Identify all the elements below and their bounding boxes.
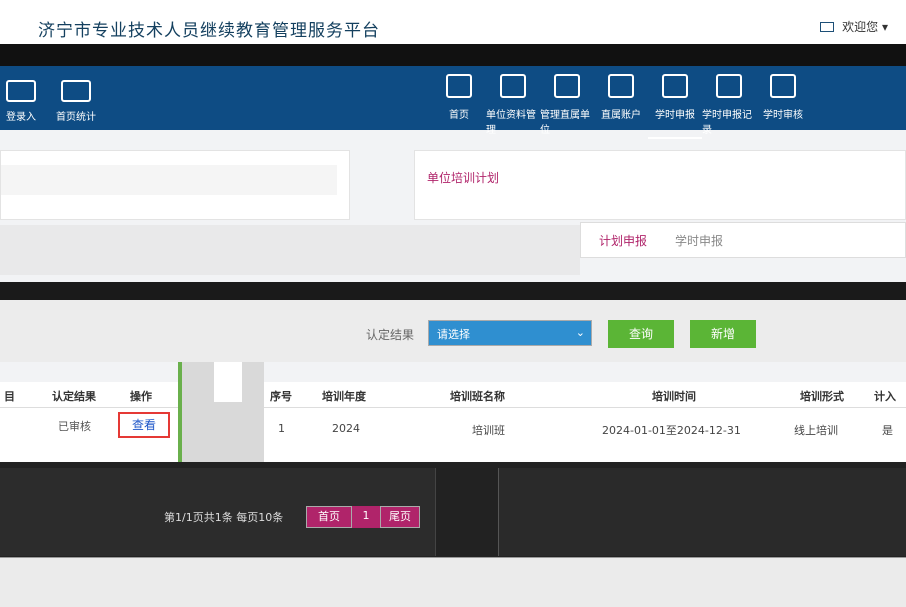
table-header: 目 认定结果 操作 [0,382,178,408]
column-header: 认定结果 [52,390,96,403]
pager-right-panel [498,468,906,556]
tab-plan-report[interactable]: 计划申报 [599,232,647,249]
nav-item-direct-accounts[interactable]: 直属账户 [594,74,648,139]
column-header: 目 [4,390,15,403]
table-cell: 2024 [332,422,360,435]
add-button[interactable]: 新增 [690,320,756,348]
result-select[interactable]: 请选择 ⌄ [428,320,592,346]
result-cell: 已审核 [58,420,91,433]
report-icon [662,74,688,98]
document-icon [6,80,36,102]
column-header: 培训年度 [322,390,366,403]
user-icon [608,74,634,98]
training-table: 序号 培训年度 培训班名称 培训时间 培训形式 计入 1 2024 培训班 20… [264,382,906,462]
last-page-button[interactable]: 尾页 [380,506,420,528]
nav-item-direct-units[interactable]: 管理直属单位 [540,74,594,139]
splitter-bar [178,362,182,462]
table-cell: 培训班 [472,424,505,437]
building-icon [554,74,580,98]
nav-item-label: 直属账户 [601,110,641,121]
column-header: 培训班名称 [450,390,505,403]
footer-area [0,557,906,607]
nav-item-unit-data[interactable]: 单位资料管理 [486,74,540,139]
column-header: 培训时间 [652,390,696,403]
column-header: 操作 [130,390,152,403]
chevron-down-icon: ▾ [881,20,888,34]
left-toolbar [0,225,580,275]
home-icon [446,74,472,98]
nav-item-label: 管理直属单位 [540,110,590,136]
mail-icon [820,22,835,32]
unit-training-plan-card: 单位培训计划 [414,150,906,220]
filter-bar: 认定结果 请选择 ⌄ 查询 新增 [0,300,906,362]
record-icon [716,74,742,98]
page-number-button[interactable]: 1 [352,506,380,528]
page-info: 第1/1页共1条 每页10条 [164,511,284,524]
column-header: 序号 [270,390,292,403]
audit-icon [770,74,796,98]
select-value: 请选择 [437,328,470,341]
nav-left-item-login[interactable]: 登录入 [6,80,36,123]
nav-item-label: 学时审核 [763,110,803,121]
pager-area: 第1/1页共1条 每页10条 首页 1 尾页 [0,462,906,557]
nav-item-label: 学时申报 [655,110,695,121]
table-cell: 2024-01-01至2024-12-31 [602,424,741,437]
table-cell: 线上培训 [794,424,838,437]
splitter-block [214,362,242,402]
nav-item-report-records[interactable]: 学时申报记录 [702,74,756,139]
site-title: 济宁市专业技术人员继续教育管理服务平台 [38,21,380,41]
nav-left-label: 首页统计 [56,112,96,123]
main-nav: 登录入 首页统计 首页 单位资料管理 管理直属单位 直属账户 学时申报 学时申报… [0,66,906,139]
user-menu[interactable]: 欢迎您 ▾ [820,18,888,35]
pagination: 第1/1页共1条 每页10条 首页 1 尾页 [0,468,436,556]
table-header: 序号 培训年度 培训班名称 培训时间 培训形式 计入 [264,382,906,408]
chart-icon [61,80,91,102]
nav-left-label: 登录入 [6,112,36,123]
header-divider [0,44,906,66]
view-button[interactable]: 查看 [118,412,170,438]
left-table: 目 认定结果 操作 已审核 查看 [0,382,178,462]
nav-item-hours-audit[interactable]: 学时审核 [756,74,810,139]
panel-splitter [178,362,264,462]
first-page-button[interactable]: 首页 [306,506,352,528]
nav-left-item-stats[interactable]: 首页统计 [56,80,96,123]
table-row[interactable]: 1 2024 培训班 2024-01-01至2024-12-31 线上培训 是 [264,416,906,442]
top-header: 济宁市专业技术人员继续教育管理服务平台 欢迎您 ▾ [0,0,906,44]
user-label: 欢迎您 [842,20,879,34]
column-header: 计入 [874,390,896,403]
nav-item-label: 单位资料管理 [486,110,536,136]
card-title: 单位培训计划 [427,171,500,185]
left-card [0,150,350,220]
column-header: 培训形式 [800,390,844,403]
nav-item-hours-report[interactable]: 学时申报 [648,74,702,139]
nav-item-home[interactable]: 首页 [432,74,486,139]
left-card-bar [1,165,337,195]
filter-label: 认定结果 [366,328,415,342]
tab-hours-report[interactable]: 学时申报 [675,232,723,249]
nav-item-label: 首页 [449,110,469,121]
table-cell: 是 [882,424,893,437]
tab-bar: 计划申报 学时申报 [580,222,906,258]
query-button[interactable]: 查询 [608,320,674,348]
chevron-down-icon: ⌄ [575,326,585,339]
nav-item-label: 学时申报记录 [702,110,752,136]
table-cell: 1 [278,422,285,435]
folder-icon [500,74,526,98]
table-row: 已审核 查看 [0,412,178,438]
section-divider [0,282,906,300]
